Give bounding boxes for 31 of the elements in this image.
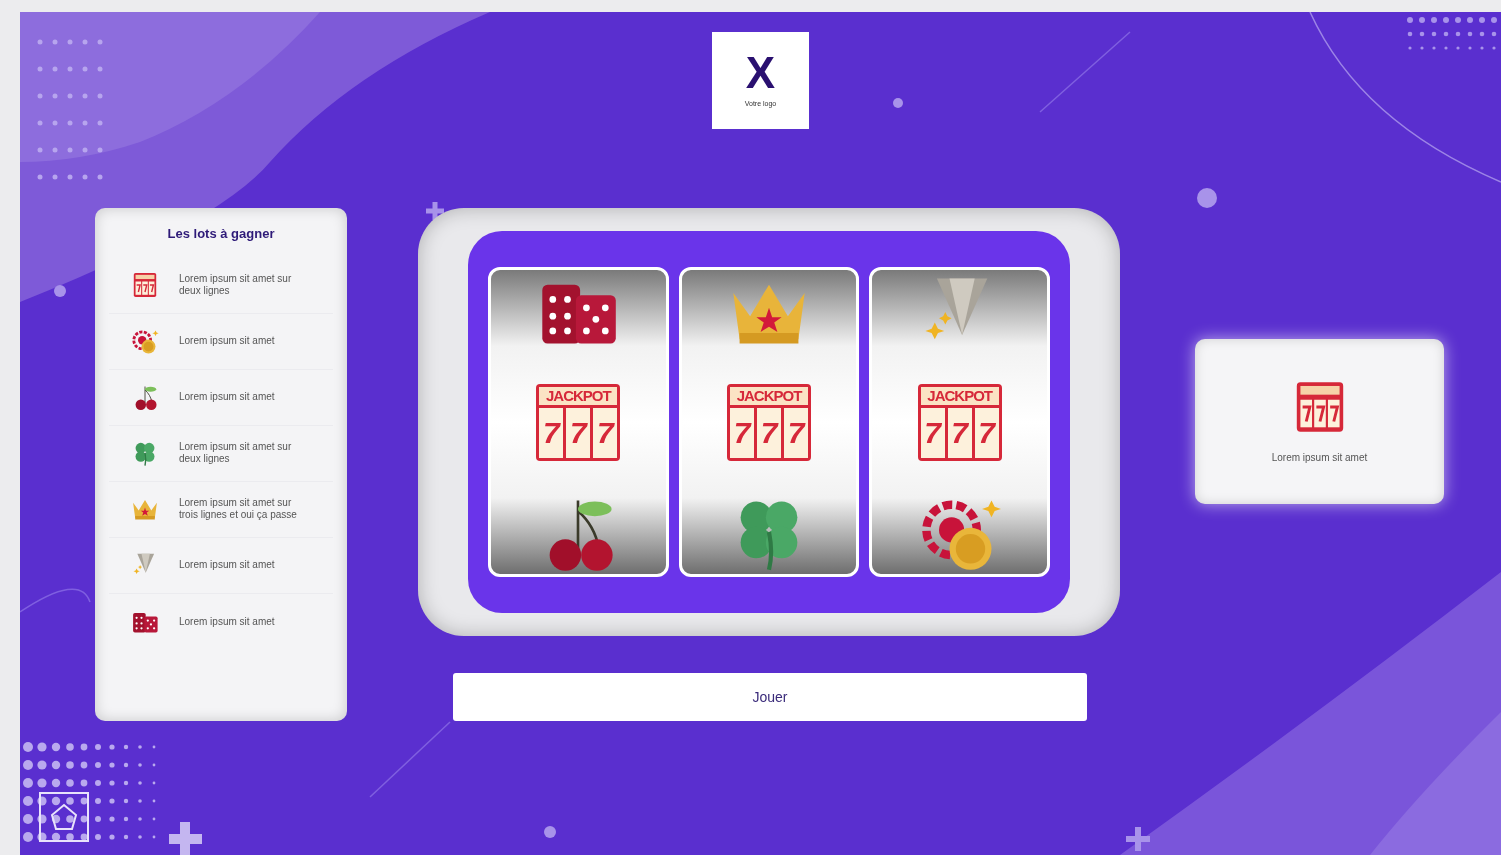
jackpot-label: JACKPOT <box>539 386 618 405</box>
reel-digit: 7 <box>920 407 945 458</box>
decorative-dot <box>544 826 556 838</box>
prize-text: Lorem ipsum sit amet <box>179 335 276 347</box>
reel-digit: 7 <box>593 407 618 458</box>
plus-icon <box>1123 824 1153 854</box>
decorative-dot <box>54 285 66 297</box>
decorative-dot <box>1197 188 1217 208</box>
reel-digit: 7 <box>539 407 564 458</box>
decorative-dot <box>893 98 903 108</box>
jackpot-label: JACKPOT <box>730 386 808 405</box>
reel-digit: 7 <box>730 407 754 458</box>
reel-digit: 7 <box>784 407 808 458</box>
home-icon[interactable] <box>38 791 90 843</box>
prize-text: Lorem ipsum sit amet <box>179 391 276 403</box>
slot-machine-icon <box>131 271 159 299</box>
prize-text: Lorem ipsum sit amet <box>179 559 276 571</box>
prize-text: Lorem ipsum sit amet sur trois lignes et oui ça passe <box>179 497 298 521</box>
result-text: Lorem ipsum sit amet <box>1271 451 1368 465</box>
play-button[interactable]: Jouer <box>453 673 1087 721</box>
prize-text: Lorem ipsum sit amet sur deux lignes <box>179 441 293 465</box>
decorative-line <box>20 588 91 613</box>
reel-digit: 7 <box>947 407 972 458</box>
reel-digit: 7 <box>974 407 999 458</box>
prize-text: Lorem ipsum sit amet <box>179 615 276 628</box>
reel-digit: 7 <box>757 407 781 458</box>
logo-mark: X <box>745 51 776 96</box>
prize-text: Lorem ipsum sit amet sur deux lignes <box>179 273 293 297</box>
prizes-title: Les lots à gagner <box>166 225 276 243</box>
reel-digit: 7 <box>566 407 591 458</box>
jackpot-label: JACKPOT <box>920 386 999 405</box>
